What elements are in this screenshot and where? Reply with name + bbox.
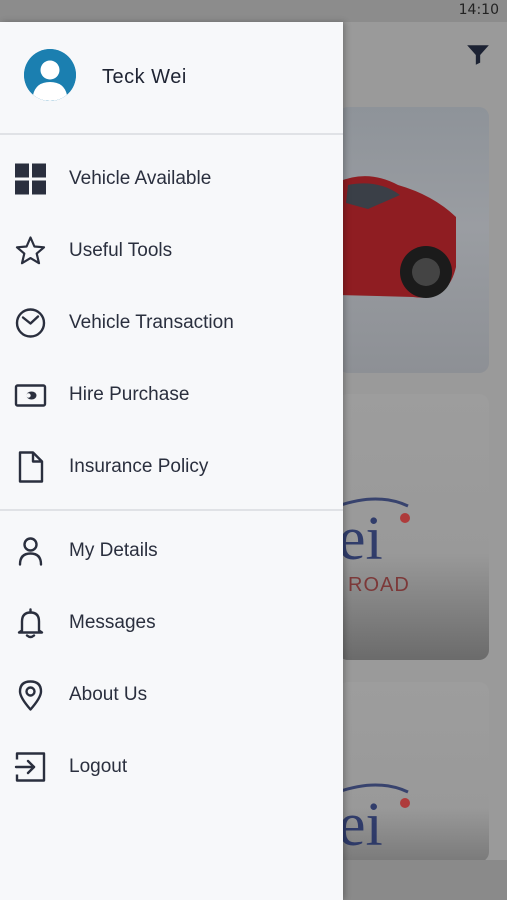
status-time: 14:10 bbox=[458, 2, 499, 18]
money-icon bbox=[14, 379, 47, 412]
menu-item-label: My Details bbox=[69, 540, 158, 561]
profile-header[interactable]: Teck Wei bbox=[0, 22, 343, 135]
star-icon bbox=[14, 235, 47, 268]
dealer-logo-sub: ROAD bbox=[348, 574, 410, 596]
menu-item-my-details[interactable]: My Details bbox=[0, 515, 343, 587]
menu-item-about-us[interactable]: About Us bbox=[0, 659, 343, 731]
avatar bbox=[24, 49, 76, 101]
menu-item-vehicle-transaction[interactable]: Vehicle Transaction bbox=[0, 287, 343, 359]
grid-icon bbox=[14, 163, 47, 196]
logout-icon bbox=[14, 751, 47, 784]
menu-item-useful-tools[interactable]: Useful Tools bbox=[0, 215, 343, 287]
status-bar: 14:10 bbox=[0, 0, 507, 22]
menu-item-label: Vehicle Available bbox=[69, 168, 212, 189]
menu-item-logout[interactable]: Logout bbox=[0, 731, 343, 803]
menu-item-label: Useful Tools bbox=[69, 240, 173, 261]
user-icon bbox=[14, 535, 47, 568]
user-avatar-icon bbox=[24, 49, 76, 101]
menu-item-label: Hire Purchase bbox=[69, 384, 190, 405]
menu-item-label: Messages bbox=[69, 612, 156, 633]
navigation-drawer: Teck Wei Vehicle Available Useful Tools … bbox=[0, 22, 343, 900]
menu-item-label: About Us bbox=[69, 684, 148, 705]
menu-item-label: Insurance Policy bbox=[69, 456, 209, 477]
menu-item-label: Vehicle Transaction bbox=[69, 312, 234, 333]
bell-icon bbox=[14, 607, 47, 640]
menu-item-hire-purchase[interactable]: Hire Purchase bbox=[0, 359, 343, 431]
primary-menu: Vehicle Available Useful Tools Vehicle T… bbox=[0, 135, 343, 503]
user-name: Teck Wei bbox=[102, 66, 187, 88]
dealer-logo: ei bbox=[338, 505, 383, 573]
menu-item-messages[interactable]: Messages bbox=[0, 587, 343, 659]
menu-item-label: Logout bbox=[69, 756, 128, 777]
document-icon bbox=[14, 451, 47, 484]
car-image bbox=[338, 176, 456, 298]
dealer-logo: ei bbox=[338, 791, 383, 859]
filter-icon[interactable] bbox=[465, 42, 491, 68]
vehicle-card[interactable] bbox=[338, 107, 489, 373]
location-pin-icon bbox=[14, 679, 47, 712]
secondary-menu: My Details Messages About Us Logout bbox=[0, 511, 343, 803]
vehicle-card[interactable]: ei ROAD bbox=[338, 394, 489, 660]
vehicle-card[interactable]: ei bbox=[338, 682, 489, 862]
menu-item-vehicle-available[interactable]: Vehicle Available bbox=[0, 143, 343, 215]
menu-item-insurance-policy[interactable]: Insurance Policy bbox=[0, 431, 343, 503]
clock-icon bbox=[14, 307, 47, 340]
